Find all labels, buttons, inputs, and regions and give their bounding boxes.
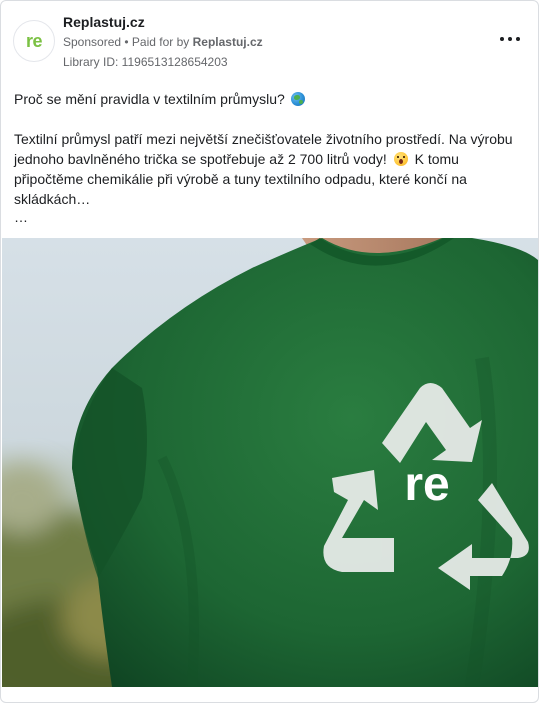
ad-image[interactable]: re bbox=[2, 238, 538, 687]
headline-paragraph: Proč se mění pravidla v textilním průmys… bbox=[14, 89, 524, 109]
library-id: Library ID: 1196513128654203 bbox=[63, 55, 228, 69]
recycle-logo-text: re bbox=[404, 458, 449, 511]
body-paragraph: Textilní průmysl patří mezi největší zne… bbox=[14, 129, 524, 209]
globe-emoji-icon bbox=[290, 92, 305, 106]
more-horizontal-icon-dot bbox=[508, 37, 512, 41]
paid-for-prefix: • Paid for by bbox=[121, 35, 193, 49]
more-options-button[interactable] bbox=[500, 31, 520, 47]
sponsored-label: Sponsored bbox=[63, 35, 122, 49]
headline-text: Proč se mění pravidla v textilním průmys… bbox=[14, 91, 285, 107]
more-horizontal-icon-dot bbox=[516, 37, 520, 41]
page-avatar[interactable]: re bbox=[13, 20, 55, 62]
tshirt-photo: re bbox=[2, 238, 538, 687]
avatar-logo-text: re bbox=[25, 30, 43, 51]
ad-card: re Replastuj.cz Sponsored • Paid for by … bbox=[0, 0, 539, 703]
more-horizontal-icon bbox=[500, 37, 504, 41]
screaming-face-emoji-icon bbox=[393, 152, 408, 166]
post-header: re Replastuj.cz Sponsored • Paid for by … bbox=[1, 1, 538, 79]
sponsored-line: Sponsored • Paid for by Replastuj.cz bbox=[63, 35, 263, 49]
see-more-link[interactable]: … bbox=[14, 209, 524, 225]
page-name-link[interactable]: Replastuj.cz bbox=[63, 14, 145, 30]
ad-body-text: Proč se mění pravidla v textilním průmys… bbox=[14, 89, 524, 225]
paid-by-link[interactable]: Replastuj.cz bbox=[193, 35, 263, 49]
